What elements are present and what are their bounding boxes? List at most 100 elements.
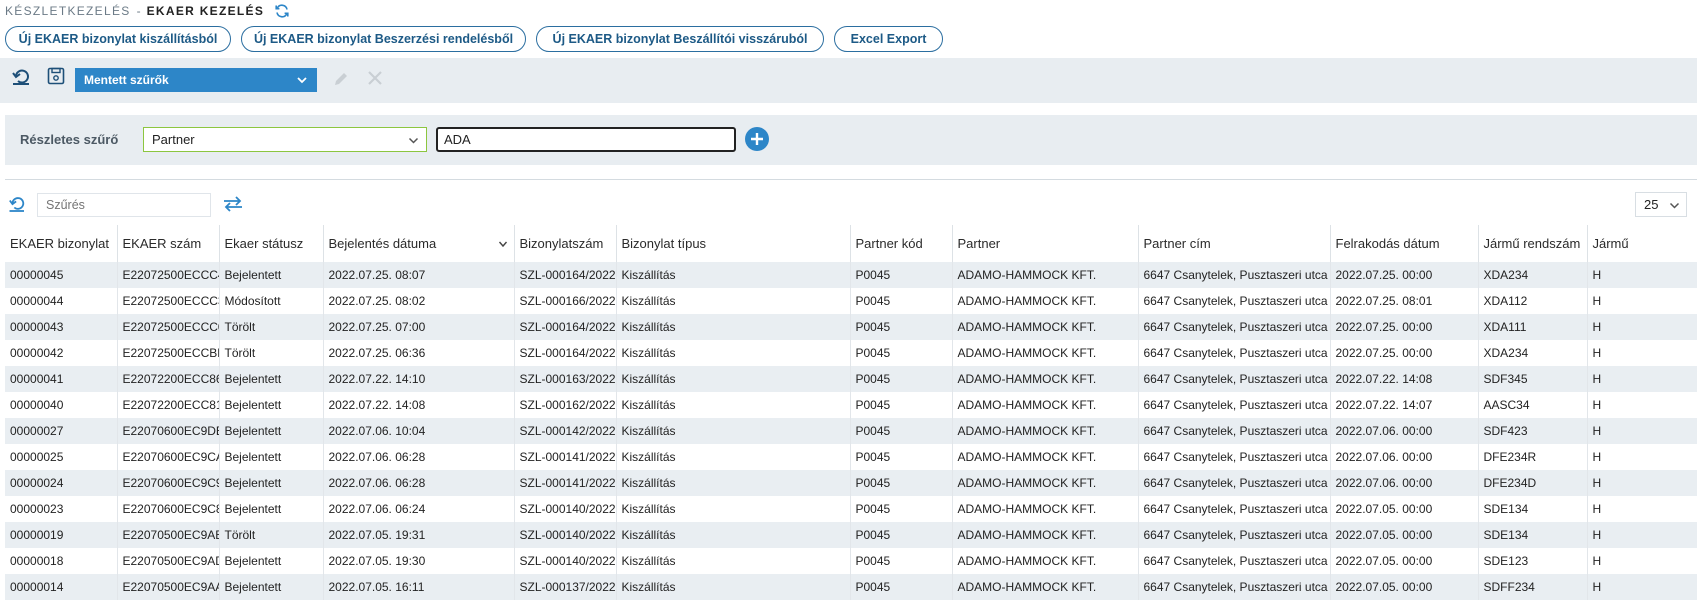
partner-cell: ADAMO-HAMMOCK KFT.	[952, 574, 1139, 600]
partner-address-cell: 6647 Csanytelek, Pusztaszeri utca	[1138, 262, 1331, 288]
column-header[interactable]: Ekaer státusz	[219, 225, 324, 262]
ekaer-number-cell: E22072500ECCC32	[117, 288, 220, 314]
doc-number-cell: SZL-000140/2022	[514, 548, 617, 574]
table-row[interactable]: 00000019E22070500EC9AE3Törölt2022.07.05.…	[5, 522, 1697, 548]
page-header: Készletkezelés - EKAER kezelés	[0, 0, 1697, 22]
column-header[interactable]: Jármű	[1587, 225, 1697, 262]
partner-cell: ADAMO-HAMMOCK KFT.	[952, 340, 1139, 366]
column-header[interactable]: Partner	[952, 225, 1139, 262]
partner-address-cell: 6647 Csanytelek, Pusztaszeri utca	[1138, 314, 1331, 340]
detailed-filter-bar: Részletes szűrő Partner	[5, 115, 1697, 165]
ekaer-number-cell: E22070500EC9AD6	[117, 548, 220, 574]
action-buttons: Új EKAER bizonylat kiszállításból Új EKA…	[5, 26, 943, 52]
grid-search-input[interactable]	[37, 193, 211, 217]
report-date-cell: 2022.07.05. 19:31	[323, 522, 515, 548]
partner-cell: ADAMO-HAMMOCK KFT.	[952, 314, 1139, 340]
new-ekaer-from-supplier-return-button[interactable]: Új EKAER bizonylat Beszállítói visszárub…	[536, 26, 824, 52]
table-header-row: EKAER bizonylat EKAER szám Ekaer státusz…	[5, 225, 1697, 262]
breadcrumb-parent[interactable]: Készletkezelés	[5, 4, 131, 18]
partner-address-cell: 6647 Csanytelek, Pusztaszeri utca	[1138, 444, 1331, 470]
loading-date-cell: 2022.07.05. 00:00	[1330, 496, 1479, 522]
doc-number-cell: SZL-000164/2022,S	[514, 340, 617, 366]
page-size-select[interactable]: 25	[1635, 192, 1687, 217]
vehicle-plate-cell: SDE134	[1478, 522, 1588, 548]
swap-icon[interactable]	[222, 195, 244, 213]
partner-code-cell: P0045	[850, 314, 953, 340]
loading-date-cell: 2022.07.05. 00:00	[1330, 574, 1479, 600]
filter-field-select[interactable]: Partner	[143, 127, 427, 152]
grid-toolbar: 25	[0, 189, 1697, 219]
column-header[interactable]: Felrakodás dátum	[1330, 225, 1479, 262]
table-row[interactable]: 00000024 E22070600EC9C99 Bejelentett 2022.0…	[5, 470, 1697, 496]
new-ekaer-from-shipment-button[interactable]: Új EKAER bizonylat kiszállításból	[5, 26, 231, 52]
ekaer-number-cell: E22072500ECCC00	[117, 314, 220, 340]
vehicle-plate-cell: SDFF234	[1478, 574, 1588, 600]
table-row[interactable]: 00000043E22072500ECCC00Törölt2022.07.25.…	[5, 314, 1697, 340]
loading-date-cell: 2022.07.25. 00:00	[1330, 340, 1479, 366]
ekaer-number-cell: E22070600EC9CA6	[117, 444, 220, 470]
filter-value-input[interactable]	[436, 127, 736, 152]
column-header-sorted[interactable]: Bejelentés dátuma	[323, 225, 515, 262]
table-row[interactable]: 00000045E22072500ECCC40Bejelentett2022.0…	[5, 262, 1697, 288]
table-row[interactable]: 00000018E22070500EC9AD6Bejelentett2022.0…	[5, 548, 1697, 574]
section-divider	[5, 179, 1697, 180]
partner-cell: ADAMO-HAMMOCK KFT.	[952, 392, 1139, 418]
column-header[interactable]: Bizonylatszám	[514, 225, 617, 262]
doc-type-cell: Kiszállítás	[616, 392, 851, 418]
column-header[interactable]: EKAER bizonylat	[5, 225, 118, 262]
partner-address-cell: 6647 Csanytelek, Pusztaszeri utca	[1138, 548, 1331, 574]
refresh-icon[interactable]	[274, 3, 290, 19]
column-header[interactable]: Jármű rendszám	[1478, 225, 1588, 262]
partner-address-cell: 6647 Csanytelek, Pusztaszeri utca	[1138, 392, 1331, 418]
add-filter-button[interactable]	[745, 127, 769, 151]
loading-date-cell: 2022.07.22. 14:08	[1330, 366, 1479, 392]
ekaer-status-cell: Törölt	[219, 522, 324, 548]
column-header[interactable]: EKAER szám	[117, 225, 220, 262]
excel-export-button[interactable]: Excel Export	[834, 26, 943, 52]
table-row[interactable]: 00000025E22070600EC9CA6Bejelentett2022.0…	[5, 444, 1697, 470]
column-header[interactable]: Partner cím	[1138, 225, 1331, 262]
report-date-cell: 2022.07.06. 10:04	[323, 418, 515, 444]
partner-cell: ADAMO-HAMMOCK KFT.	[952, 522, 1139, 548]
partner-code-cell: P0045	[850, 392, 953, 418]
column-header[interactable]: Partner kód	[850, 225, 953, 262]
partner-cell: ADAMO-HAMMOCK KFT.	[952, 548, 1139, 574]
report-date-cell: 2022.07.25. 07:00	[323, 314, 515, 340]
vehicle-plate-cell: DFE234R	[1478, 444, 1588, 470]
column-header[interactable]: Bizonylat típus	[616, 225, 851, 262]
vehicle-cell: H	[1587, 340, 1697, 366]
breadcrumb-separator: -	[136, 4, 141, 18]
close-icon[interactable]	[367, 70, 383, 86]
doc-type-cell: Kiszállítás	[616, 522, 851, 548]
new-ekaer-from-purchase-order-button[interactable]: Új EKAER bizonylat Beszerzési rendelésbő…	[241, 26, 526, 52]
table-row[interactable]: 00000042E22072500ECCBF3Törölt2022.07.25.…	[5, 340, 1697, 366]
doc-number-cell: SZL-000164/2022,S	[514, 314, 617, 340]
partner-cell: ADAMO-HAMMOCK KFT.	[952, 288, 1139, 314]
table-row[interactable]: 00000023 E22070600EC9C81 Bejelentett 2022.0…	[5, 496, 1697, 522]
loading-date-cell: 2022.07.06. 00:00	[1330, 470, 1479, 496]
table-row[interactable]: 00000040 E22072200ECC815 Bejelentett 2022.0…	[5, 392, 1697, 418]
doc-type-cell: Kiszállítás	[616, 366, 851, 392]
partner-address-cell: 6647 Csanytelek, Pusztaszeri utca	[1138, 288, 1331, 314]
ekaer-doc-cell: 00000040	[5, 392, 118, 418]
ekaer-doc-cell: 00000027	[5, 418, 118, 444]
save-icon[interactable]	[47, 67, 65, 85]
ekaer-number-cell: E22072500ECCBF3	[117, 340, 220, 366]
doc-type-cell: Kiszállítás	[616, 314, 851, 340]
ekaer-number-cell: E22072200ECC861	[117, 366, 220, 392]
partner-code-cell: P0045	[850, 496, 953, 522]
ekaer-doc-cell: 00000024	[5, 470, 118, 496]
doc-number-cell: SZL-000142/2022	[514, 418, 617, 444]
reset-grid-undo-icon[interactable]	[8, 195, 26, 213]
pencil-icon[interactable]	[332, 70, 350, 88]
table-row[interactable]: 00000041 E22072200ECC861 Bejelentett 2022.0…	[5, 366, 1697, 392]
report-date-cell: 2022.07.05. 19:30	[323, 548, 515, 574]
reset-filters-undo-icon[interactable]	[11, 67, 31, 87]
saved-filters-select[interactable]: Mentett szűrők	[75, 68, 317, 92]
plus-icon	[750, 132, 764, 146]
table-row[interactable]: 00000044E22072500ECCC32Módosított2022.07…	[5, 288, 1697, 314]
table-row[interactable]: 00000014E22070500EC9AA7Bejelentett2022.0…	[5, 574, 1697, 600]
vehicle-plate-cell: AASC34	[1478, 392, 1588, 418]
table-row[interactable]: 00000027E22070600EC9DB4Bejelentett2022.0…	[5, 418, 1697, 444]
doc-number-cell: SZL-000166/2022	[514, 288, 617, 314]
